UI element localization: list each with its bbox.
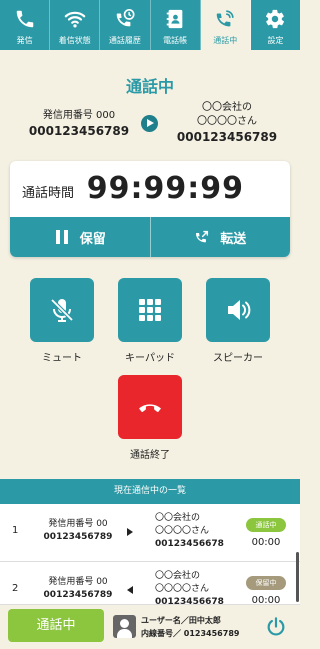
row-from-label: 発信用番号 00 <box>48 519 108 529</box>
transfer-label: 転送 <box>220 231 247 247</box>
list-header: 現在通信中の一覧 <box>0 479 300 504</box>
row-to: 〇〇会社の 〇〇〇〇さん 00123456678 <box>155 570 235 604</box>
row-to-company: 〇〇会社の <box>155 513 201 523</box>
list-item[interactable]: 2 発信用番号 00 00123456789 〇〇会社の 〇〇〇〇さん 0012… <box>0 562 300 604</box>
page-title: 通話中 <box>125 77 174 96</box>
mic-off-icon <box>50 298 74 322</box>
row-from: 発信用番号 00 00123456789 <box>42 576 114 602</box>
row-time: 00:00 <box>251 595 281 604</box>
tab-label: 発信 <box>16 36 33 45</box>
tab-label: 設定 <box>267 36 284 45</box>
hangup-label: 通話終了 <box>130 450 170 461</box>
hold-button[interactable]: 保留 <box>10 217 150 257</box>
tab-label: 通話履歴 <box>108 36 141 45</box>
phone-ringing-icon <box>217 10 234 27</box>
mute-control: ミュート <box>30 278 94 364</box>
hold-label: 保留 <box>79 231 106 247</box>
row-to: 〇〇会社の 〇〇〇〇さん 00123456678 <box>155 512 235 551</box>
hangup-button[interactable] <box>118 375 182 439</box>
user-info: ユーザー名／田中太郎 内線番号／ 0123456789 <box>141 614 239 640</box>
timer-actions: 保留 転送 <box>10 217 290 257</box>
row-to-name: 〇〇〇〇さん <box>155 526 210 536</box>
row-from-label: 発信用番号 00 <box>48 577 108 587</box>
top-tab-bar: 発信 着信状態 通話履歴 電話帳 通話中 設定 <box>0 0 300 50</box>
row-index: 2 <box>12 583 19 594</box>
pause-icon <box>55 230 68 244</box>
transfer-button[interactable]: 転送 <box>149 217 291 257</box>
callee-info: 〇〇会社の 〇〇〇〇さん 000123456789 <box>168 101 286 145</box>
status-badge: 通話中 <box>246 518 286 532</box>
presence-status-button[interactable]: 通話中 <box>8 609 104 642</box>
list-scrollbar[interactable] <box>296 552 299 602</box>
speaker-label: スピーカー <box>213 353 263 364</box>
mute-button[interactable] <box>30 278 94 342</box>
caller-number: 000123456789 <box>28 124 130 138</box>
row-to-company: 〇〇会社の <box>155 571 201 581</box>
avatar <box>113 615 136 638</box>
tab-call-history[interactable]: 通話履歴 <box>100 0 151 50</box>
tab-settings[interactable]: 設定 <box>251 0 300 50</box>
call-timer-card: 通話時間 99:99:99 保留 転送 <box>10 161 290 257</box>
callee-company: 〇〇会社の <box>202 102 252 113</box>
call-duration-value: 99:99:99 <box>86 171 244 206</box>
user-name: ユーザー名／田中太郎 <box>141 616 221 625</box>
tab-incoming-status[interactable]: 着信状態 <box>50 0 101 50</box>
row-from: 発信用番号 00 00123456789 <box>42 518 114 544</box>
speaker-control: スピーカー <box>206 278 270 364</box>
caller-info: 発信用番号 000 000123456789 <box>24 109 134 139</box>
call-transfer-icon <box>196 230 209 243</box>
user-extension: 内線番号／ 0123456789 <box>141 629 240 638</box>
callee-name: 〇〇〇〇さん <box>197 116 257 127</box>
tab-dial[interactable]: 発信 <box>0 0 51 50</box>
mute-label: ミュート <box>42 353 82 364</box>
speaker-icon <box>228 300 251 320</box>
call-duration-label: 通話時間 <box>22 186 75 201</box>
row-to-name: 〇〇〇〇さん <box>155 584 210 594</box>
hangup-icon <box>139 404 161 413</box>
tab-label: 着信状態 <box>58 36 91 45</box>
hangup-control: 通話終了 <box>118 375 182 461</box>
row-from-number: 00123456789 <box>43 532 113 542</box>
row-to-number: 00123456678 <box>155 597 224 604</box>
status-badge: 保留中 <box>246 576 286 590</box>
phonebook-icon <box>166 9 183 29</box>
caller-label: 発信用番号 000 <box>42 110 116 121</box>
callee-number: 000123456789 <box>176 130 278 144</box>
row-to-number: 00123456678 <box>155 539 224 549</box>
outgoing-arrow-icon <box>127 528 133 536</box>
list-item[interactable]: 1 発信用番号 00 00123456789 〇〇会社の 〇〇〇〇さん 0012… <box>0 504 300 562</box>
row-index: 1 <box>12 525 19 536</box>
tab-label: 電話帳 <box>163 36 188 45</box>
tab-in-call[interactable]: 通話中 <box>200 0 251 50</box>
bottom-bar: 通話中 ユーザー名／田中太郎 内線番号／ 0123456789 <box>0 604 300 649</box>
tab-label: 通話中 <box>213 36 238 45</box>
keypad-control: キーパッド <box>118 278 182 364</box>
tab-phonebook[interactable]: 電話帳 <box>151 0 201 50</box>
keypad-label: キーパッド <box>125 353 175 364</box>
incoming-arrow-icon <box>127 586 133 594</box>
power-icon[interactable] <box>265 616 287 638</box>
row-from-number: 00123456789 <box>43 590 113 600</box>
keypad-button[interactable] <box>118 278 182 342</box>
speaker-button[interactable] <box>206 278 270 342</box>
call-history-icon <box>116 9 135 27</box>
keypad-icon <box>139 299 161 321</box>
wifi-icon <box>64 11 86 28</box>
gear-icon <box>266 9 285 29</box>
row-time: 00:00 <box>251 537 281 548</box>
phone-icon <box>16 10 33 28</box>
active-calls-list[interactable]: 1 発信用番号 00 00123456789 〇〇会社の 〇〇〇〇さん 0012… <box>0 504 300 604</box>
call-direction-arrow-icon <box>141 115 158 132</box>
